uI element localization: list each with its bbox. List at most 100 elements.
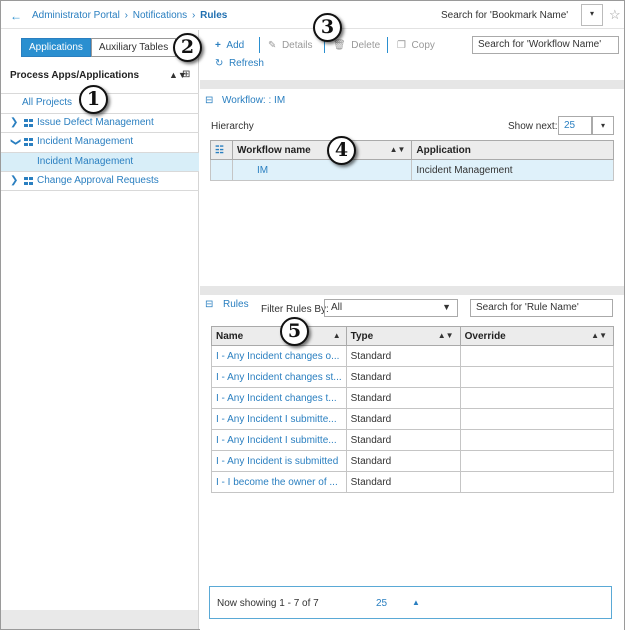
rule-name-link[interactable]: I - Any Incident changes t... bbox=[216, 393, 337, 404]
add-label: Add bbox=[226, 40, 245, 51]
tab-applications[interactable]: Applications bbox=[21, 38, 91, 57]
tree-item-change-approval-requests[interactable]: ❯ Change Approval Requests bbox=[1, 171, 199, 191]
refresh-icon: ↻ bbox=[215, 58, 224, 69]
table-row[interactable]: I - Any Incident changes o... Standard bbox=[211, 345, 615, 367]
tree-item-incident-management-child[interactable]: Incident Management bbox=[1, 151, 199, 171]
rule-name-link[interactable]: I - Any Incident I submitte... bbox=[216, 435, 337, 446]
col-application[interactable]: Application bbox=[411, 140, 614, 160]
table-cell[interactable]: I - Any Incident I submitte... bbox=[211, 429, 347, 451]
tree-item-label: Incident Management bbox=[37, 136, 134, 147]
rule-search-input[interactable]: Search for 'Rule Name' bbox=[470, 299, 613, 317]
table-cell[interactable]: I - I become the owner of ... bbox=[211, 471, 347, 493]
workflow-name-link[interactable]: IM bbox=[257, 165, 268, 176]
refresh-label: Refresh bbox=[228, 58, 264, 69]
breadcrumb-current: Rules bbox=[200, 10, 228, 21]
panel-gap bbox=[200, 80, 624, 89]
delete-button[interactable]: 🗑 Delete bbox=[333, 40, 380, 52]
table-cell bbox=[459, 366, 615, 388]
tree-item-incident-management[interactable]: ❯ Incident Management bbox=[1, 132, 199, 152]
table-cell: Standard bbox=[345, 408, 461, 430]
table-row[interactable]: I - I become the owner of ... Standard bbox=[211, 471, 615, 493]
chevron-right-icon[interactable]: ❯ bbox=[10, 114, 18, 132]
hierarchy-icon-cell: ☷ bbox=[210, 140, 233, 160]
col-workflow-name[interactable]: Workflow name ▲▼ bbox=[231, 140, 413, 160]
table-row[interactable]: IM Incident Management bbox=[210, 159, 614, 181]
callout-5: 5 bbox=[280, 317, 309, 346]
rule-name-link[interactable]: I - Any Incident changes o... bbox=[216, 351, 339, 362]
copy-button[interactable]: ❐ Copy bbox=[397, 40, 435, 52]
pencil-icon: ✎ bbox=[268, 40, 277, 51]
refresh-button[interactable]: ↻ Refresh bbox=[215, 58, 264, 70]
table-header-row: ☷ Workflow name ▲▼ Application bbox=[210, 140, 614, 160]
rule-name-link[interactable]: I - Any Incident I submitte... bbox=[216, 414, 337, 425]
plus-icon: + bbox=[215, 40, 221, 51]
table-row[interactable]: I - Any Incident changes st... Standard bbox=[211, 366, 615, 388]
col-name[interactable]: Name ▲ bbox=[211, 326, 347, 346]
col-type[interactable]: Type ▲▼ bbox=[345, 326, 461, 346]
tree-item-issue-defect-management[interactable]: ❯ Issue Defect Management bbox=[1, 112, 199, 133]
tree-item-label: Issue Defect Management bbox=[37, 116, 154, 128]
workflow-title: Workflow: : IM bbox=[222, 95, 286, 106]
page-size-select[interactable]: 25 bbox=[376, 598, 387, 609]
table-cell[interactable]: I - Any Incident I submitte... bbox=[211, 408, 347, 430]
table-cell: Standard bbox=[345, 450, 461, 472]
column-label: Type bbox=[350, 330, 374, 342]
back-arrow-icon[interactable]: ← bbox=[10, 9, 22, 23]
show-next-label: Show next: bbox=[508, 121, 558, 132]
chevron-right-icon[interactable]: ❯ bbox=[10, 172, 18, 190]
sort-icon[interactable]: ▲▼ bbox=[438, 331, 454, 340]
panel-gap bbox=[200, 286, 624, 295]
breadcrumb-separator: › bbox=[124, 10, 128, 21]
chevron-down-icon[interactable]: ❯ bbox=[6, 138, 24, 146]
tab-auxiliary-tables[interactable]: Auxiliary Tables bbox=[90, 38, 177, 57]
table-cell[interactable]: I - Any Incident is submitted bbox=[211, 450, 347, 472]
copy-label: Copy bbox=[411, 40, 435, 51]
add-button[interactable]: + Add bbox=[215, 40, 244, 52]
table-row[interactable]: I - Any Incident I submitte... Standard bbox=[211, 408, 615, 430]
star-icon[interactable]: ☆ bbox=[609, 7, 621, 23]
table-cell bbox=[459, 408, 615, 430]
tree-item-label: Incident Management bbox=[37, 155, 134, 167]
expand-all-icon[interactable]: ⊞ bbox=[182, 69, 190, 80]
sort-asc-icon[interactable]: ▲ bbox=[333, 331, 341, 340]
show-next-dropdown[interactable]: ▾ bbox=[592, 116, 614, 135]
table-cell[interactable]: IM bbox=[231, 159, 413, 181]
rule-name-link[interactable]: I - Any Incident is submitted bbox=[216, 456, 338, 467]
table-cell[interactable]: I - Any Incident changes st... bbox=[211, 366, 347, 388]
breadcrumb-notifications[interactable]: Notifications bbox=[133, 10, 187, 21]
hierarchy-label: Hierarchy bbox=[211, 121, 254, 132]
rules-table: Name ▲ Type ▲▼ Override ▲▼ I - Any Incident… bbox=[211, 326, 615, 493]
breadcrumb-administrator-portal[interactable]: Administrator Portal bbox=[32, 10, 120, 21]
table-cell: Standard bbox=[345, 366, 461, 388]
workflow-search-input[interactable]: Search for 'Workflow Name' bbox=[472, 36, 619, 54]
chevron-down-icon: ▾ bbox=[600, 121, 605, 130]
collapse-icon[interactable]: ⊟ bbox=[205, 95, 213, 106]
table-cell bbox=[459, 450, 615, 472]
show-next-input[interactable]: 25 bbox=[558, 116, 592, 135]
caret-up-icon[interactable]: ▲ bbox=[412, 598, 420, 607]
table-row[interactable]: I - Any Incident is submitted Standard bbox=[211, 450, 615, 472]
app-grid-icon bbox=[24, 118, 33, 127]
sort-icon[interactable]: ▲▼ bbox=[390, 145, 406, 154]
left-tabs: Applications Auxiliary Tables bbox=[21, 38, 177, 57]
table-cell: Standard bbox=[345, 345, 461, 367]
table-row[interactable]: I - Any Incident I submitte... Standard bbox=[211, 429, 615, 451]
bookmark-search[interactable]: Search for 'Bookmark Name' bbox=[441, 10, 568, 21]
rule-name-link[interactable]: I - Any Incident changes st... bbox=[216, 372, 342, 383]
showing-count: Now showing 1 - 7 of 7 bbox=[217, 598, 319, 609]
tree-item-label: All Projects bbox=[22, 97, 73, 108]
filter-select[interactable]: All ▼ bbox=[324, 299, 458, 317]
collapse-icon[interactable]: ⊟ bbox=[205, 299, 213, 310]
table-cell[interactable]: I - Any Incident changes o... bbox=[211, 345, 347, 367]
details-button[interactable]: ✎ Details bbox=[268, 40, 313, 52]
caret-down-icon: ▼ bbox=[442, 302, 451, 312]
col-override[interactable]: Override ▲▼ bbox=[459, 326, 615, 346]
table-cell: Standard bbox=[345, 471, 461, 493]
rule-name-link[interactable]: I - I become the owner of ... bbox=[216, 477, 338, 488]
table-cell[interactable]: I - Any Incident changes t... bbox=[211, 387, 347, 409]
sort-icon[interactable]: ▲▼ bbox=[591, 331, 607, 340]
table-row[interactable]: I - Any Incident changes t... Standard bbox=[211, 387, 615, 409]
bookmark-dropdown-button[interactable]: ▾ bbox=[581, 4, 603, 26]
hierarchy-icon[interactable]: ☷ bbox=[215, 145, 224, 156]
callout-4: 4 bbox=[327, 136, 356, 165]
